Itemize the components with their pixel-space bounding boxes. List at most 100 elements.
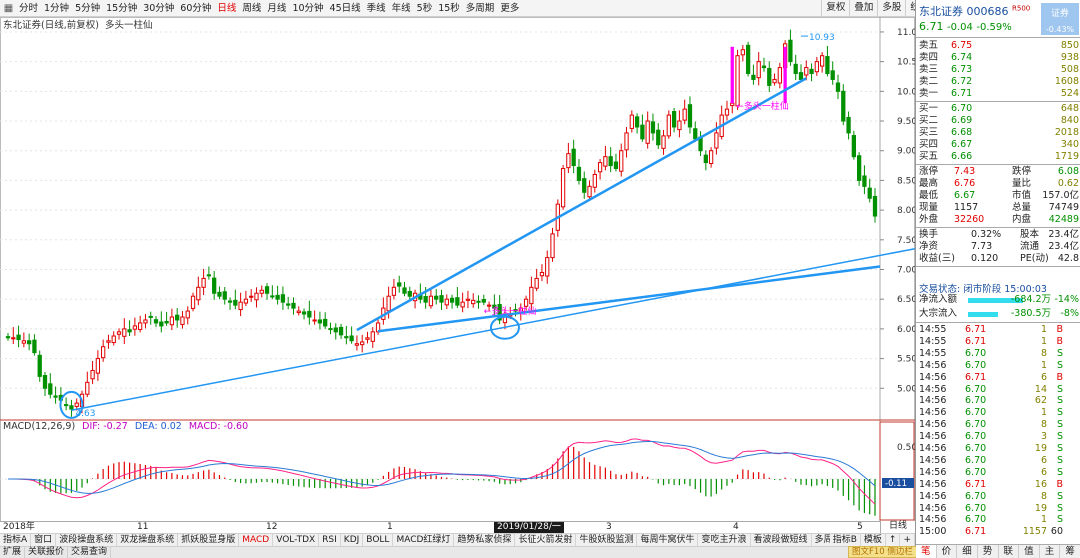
- period-tab[interactable]: 10分钟: [289, 1, 326, 16]
- indicator-tab[interactable]: 窗口: [31, 534, 57, 546]
- quote-tab[interactable]: 主: [1040, 545, 1061, 558]
- period-tab[interactable]: 60分钟: [177, 1, 214, 16]
- candle-body: [745, 44, 751, 75]
- candle-body: [804, 67, 809, 76]
- quote-tab[interactable]: 笔: [916, 545, 937, 558]
- period-tab[interactable]: 周线: [239, 1, 264, 16]
- grid-icon[interactable]: ▦: [1, 1, 16, 16]
- toolbar-button[interactable]: 多股: [877, 0, 905, 16]
- quote-row: 买四 6.67 340: [916, 139, 1080, 151]
- indicator-tab[interactable]: 双龙操盘系统: [117, 534, 179, 546]
- period-tab[interactable]: 季线: [364, 1, 389, 16]
- candle-body: [21, 340, 26, 344]
- kline-chart[interactable]: 5.00 5.50 6.00 6.50 7.00 7.50 8.00 8.50 9.00 9.50…: [0, 17, 923, 522]
- period-tab[interactable]: 分时: [16, 1, 41, 16]
- indicator-right-button[interactable]: 模板: [861, 534, 886, 546]
- kline-chart-area[interactable]: 5.00 5.50 6.00 6.50 7.00 7.50 8.00 8.50 9.00 9.50…: [0, 17, 923, 522]
- quote-tab[interactable]: 价: [937, 545, 958, 558]
- quote-tab[interactable]: 值: [1019, 545, 1040, 558]
- indicator-tab[interactable]: 抓妖股显身版: [178, 534, 240, 546]
- indicator-tab[interactable]: KDJ: [341, 534, 364, 546]
- period-tab[interactable]: 15秒: [435, 1, 463, 16]
- toolbar-button[interactable]: 叠加: [849, 0, 877, 16]
- indicator-tab[interactable]: 每周牛窝伏牛: [637, 534, 699, 546]
- indicator-tab[interactable]: MACD红绿灯: [393, 534, 455, 546]
- quote-tab[interactable]: 筹: [1060, 545, 1080, 558]
- candle-body: [592, 173, 597, 188]
- period-tab[interactable]: 年线: [389, 1, 414, 16]
- flow-bar: [968, 312, 998, 317]
- quote-tab[interactable]: 联: [999, 545, 1020, 558]
- indicator-tab[interactable]: MACD: [239, 534, 274, 546]
- toolbar-button[interactable]: 复权: [821, 0, 849, 16]
- indicator-tab[interactable]: RSI: [319, 534, 341, 546]
- quote-tab[interactable]: 细: [957, 545, 978, 558]
- period-tab[interactable]: 日线: [214, 1, 239, 16]
- quote-row: 外盘 32260 内盘 42489: [916, 214, 1080, 226]
- candle-body: [169, 316, 175, 326]
- candle-body: [185, 310, 190, 319]
- tick-volume: 62: [1034, 395, 1047, 407]
- price-change-pct: -0.59%: [976, 22, 1012, 33]
- period-tab[interactable]: 30分钟: [140, 1, 177, 16]
- f10-side-tag[interactable]: 图文F10 侧边栏: [848, 546, 917, 558]
- quote-tab[interactable]: 势: [978, 545, 999, 558]
- candle-body: [296, 310, 301, 314]
- candle-body: [222, 291, 227, 300]
- candle-body: [682, 108, 687, 121]
- period-tab[interactable]: 15分钟: [103, 1, 140, 16]
- period-tab[interactable]: 多周期: [463, 1, 498, 16]
- sector-badge[interactable]: 证券 -0.43%: [1041, 3, 1079, 35]
- indicator-tab[interactable]: 变吃主升浪: [698, 534, 751, 546]
- period-tab[interactable]: 月线: [264, 1, 289, 16]
- status-expand[interactable]: 扩展: [0, 547, 26, 558]
- status-related-quote[interactable]: 关联报价: [25, 547, 69, 558]
- quote-row: 净资 7.73 流通 23.4亿: [916, 241, 1080, 253]
- tick-volume: 1157: [1022, 526, 1047, 538]
- indicator-right-button[interactable]: 指标B: [830, 534, 861, 546]
- indicator-tab[interactable]: 长征火箭发射: [515, 534, 577, 546]
- stat-value: 42489: [1048, 214, 1079, 225]
- candle-body: [370, 331, 375, 342]
- stat-label: 流通: [1020, 241, 1040, 252]
- candle-body: [238, 301, 243, 311]
- flow-label: 大宗流入: [919, 308, 958, 319]
- indicator-tab[interactable]: 指标A: [0, 534, 32, 546]
- bid-label: 买一: [919, 103, 939, 114]
- indicator-tab[interactable]: BOLL: [363, 534, 394, 546]
- indicator-tab[interactable]: 趋势私家侦探: [454, 534, 516, 546]
- period-box[interactable]: 日线: [880, 521, 915, 533]
- book-separator: [916, 101, 1080, 102]
- signal-candle: [783, 46, 787, 104]
- tick-time: 14:56: [919, 443, 947, 454]
- candle-body: [307, 310, 312, 318]
- period-tab[interactable]: 更多: [497, 1, 522, 16]
- quote-row: 卖二 6.72 1608: [916, 76, 1080, 88]
- period-tab[interactable]: 5分钟: [72, 1, 103, 16]
- tick-price: 6.70: [965, 466, 987, 478]
- flow-row: 大宗流入 -380.5万 -8%: [916, 308, 1080, 320]
- period-tab[interactable]: 5秒: [414, 1, 436, 16]
- candle-body: [666, 114, 671, 137]
- quote-row: 换手 0.32% 股本 23.4亿: [916, 229, 1080, 241]
- candle-body: [270, 295, 275, 298]
- tick-price: 6.71: [965, 526, 987, 538]
- indicator-tab[interactable]: 看波段做短线: [751, 534, 812, 546]
- indicator-right-button[interactable]: +: [900, 534, 915, 546]
- indicator-tab[interactable]: VOL-TDX: [273, 534, 320, 546]
- candle-body: [116, 331, 122, 335]
- indicator-tab[interactable]: 波段操盘系统: [56, 534, 118, 546]
- stat-label: 总量: [1012, 202, 1032, 213]
- indicator-tab[interactable]: 牛股妖股监测: [576, 534, 638, 546]
- status-trade-query[interactable]: 交易查询: [68, 547, 112, 558]
- tick-time: 14:56: [919, 490, 947, 502]
- candle-body: [127, 329, 132, 333]
- tick-row: 14:56 6.70 6 S: [916, 467, 1080, 479]
- candle-body: [360, 341, 365, 346]
- candle-body: [703, 154, 708, 164]
- date-label: 12: [266, 522, 278, 532]
- period-tab[interactable]: 45日线: [327, 1, 364, 16]
- period-tab[interactable]: 1分钟: [41, 1, 72, 16]
- candle-body: [264, 286, 270, 294]
- indicator-right-button[interactable]: ↑: [886, 534, 901, 546]
